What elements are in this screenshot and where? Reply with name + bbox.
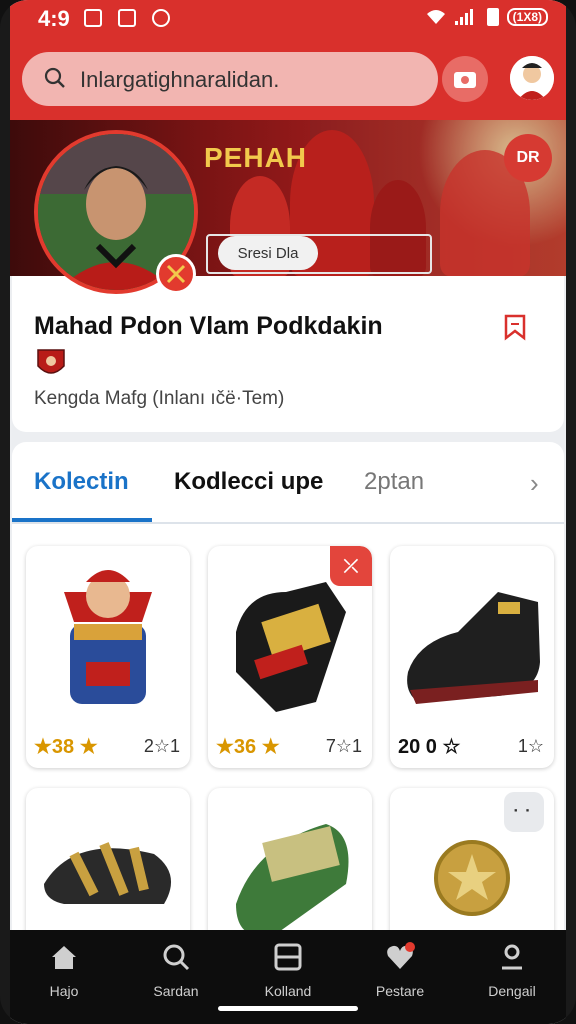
camera-button[interactable] xyxy=(442,56,488,102)
search-bar[interactable]: Inlargatighnaralidan. xyxy=(22,52,438,106)
more-options-button[interactable]: ⠂⠂ xyxy=(504,792,544,832)
chevron-right-icon[interactable]: › xyxy=(530,468,539,499)
nav-label: Pestare xyxy=(375,983,425,999)
nav-label: Kolland xyxy=(264,983,312,999)
profile-card: Mahad Pdon Vlam Podkdakin Kengda Mafg (I… xyxy=(12,276,564,432)
item-rating: ★36 ★ xyxy=(216,736,280,758)
collection-grid: ★38 ★ 2☆1 ⤫ ★36 ★ 7☆1 20 0 ☆ 1☆ ⠂⠂ xyxy=(12,524,564,1010)
active-tab-indicator xyxy=(12,518,152,522)
profile-name: Mahad Pdon Vlam Podkdakin xyxy=(34,312,383,340)
notification-icon xyxy=(84,9,102,27)
tab-2ptan[interactable]: 2ptan xyxy=(364,468,424,496)
bookmark-icon[interactable] xyxy=(502,312,528,342)
search-icon xyxy=(44,67,65,88)
status-indicators: (1X8) xyxy=(425,8,548,26)
battery-badge: (1X8) xyxy=(506,8,548,26)
item-rating: 20 0 ☆ xyxy=(398,736,461,758)
club-badge-icon xyxy=(156,254,196,294)
tab-kolectin[interactable]: Kolectin xyxy=(34,468,129,496)
collection-item[interactable]: ★38 ★ 2☆1 xyxy=(26,546,190,768)
status-bar: 4:9 (1X8) xyxy=(10,0,566,38)
collection-item[interactable]: ⤫ ★36 ★ 7☆1 xyxy=(208,546,372,768)
user-avatar-icon xyxy=(510,56,554,100)
nav-label: Sardan xyxy=(153,983,199,999)
sneaker-icon xyxy=(407,592,540,704)
nav-home[interactable]: Hajo xyxy=(14,942,114,1004)
home-indicator[interactable] xyxy=(218,1006,358,1011)
app-screen: 4:9 (1X8) Inlargatighnaralidan. PEHAH Sr… xyxy=(10,0,566,1024)
search-icon xyxy=(163,944,190,971)
notification-icon xyxy=(152,9,170,27)
club-emblem-icon xyxy=(37,349,65,374)
item-rating: ★38 ★ xyxy=(34,736,98,758)
status-time: 4:9 xyxy=(38,6,70,31)
collection-item[interactable]: 20 0 ☆ 1☆ xyxy=(390,546,554,768)
item-count: 1☆ xyxy=(517,736,544,756)
collection-icon xyxy=(274,943,302,971)
user-avatar[interactable] xyxy=(510,56,554,100)
nav-label: Dengail xyxy=(488,983,536,999)
nav-favorites[interactable]: Pestare xyxy=(350,942,450,1004)
battery-icon xyxy=(486,8,499,26)
item-count: 2☆1 xyxy=(143,736,180,756)
signal-icon xyxy=(454,9,479,25)
profile-subtitle: Kengda Mafg (Inlanı ıčë·Tem) xyxy=(34,388,285,409)
app-header: 4:9 (1X8) Inlargatighnaralidan. xyxy=(10,0,566,120)
tab-kodlecci-upe[interactable]: Kodlecci upe xyxy=(174,468,323,496)
nav-label: Hajo xyxy=(49,983,79,999)
collection-tabs: Kolectin Kodlecci upe 2ptan › xyxy=(12,442,564,524)
heart-icon xyxy=(387,942,415,969)
banner-action-button[interactable]: DR xyxy=(504,134,552,182)
nav-search[interactable]: Sardan xyxy=(126,942,226,1004)
search-input[interactable]: Inlargatighnaralidan. xyxy=(80,67,279,93)
nav-collection[interactable]: Kolland xyxy=(238,942,338,1004)
notification-icon xyxy=(118,9,136,27)
wifi-icon xyxy=(426,10,445,24)
figure-collectible-icon xyxy=(64,570,152,704)
phone-frame: 4:9 (1X8) Inlargatighnaralidan. PEHAH Sr… xyxy=(0,0,576,1024)
profile-icon xyxy=(502,944,522,970)
remove-tag[interactable]: ⤫ xyxy=(330,546,372,586)
item-count: 7☆1 xyxy=(325,736,362,756)
camera-icon xyxy=(454,72,476,88)
nav-profile[interactable]: Dengail xyxy=(462,942,562,1004)
banner-title: PEHAH xyxy=(204,142,308,173)
home-icon xyxy=(52,946,76,969)
banner-chip[interactable]: Sresi Dla xyxy=(218,236,318,270)
